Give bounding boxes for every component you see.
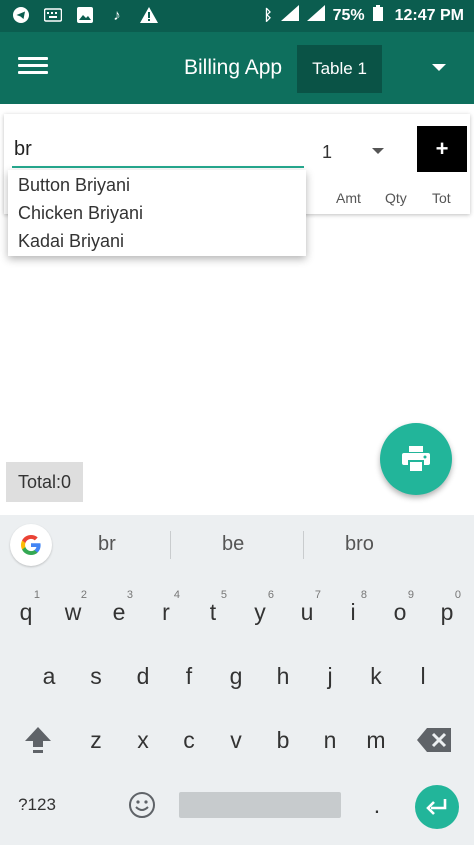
battery-level: 75% bbox=[332, 6, 365, 24]
symbols-key[interactable]: ?123 bbox=[12, 780, 62, 830]
signal-icon-2 bbox=[306, 5, 325, 26]
enter-arrow-icon bbox=[426, 799, 447, 815]
suggestion-divider bbox=[170, 531, 171, 559]
word-suggestion[interactable]: br bbox=[98, 533, 116, 556]
period-key[interactable]: . bbox=[355, 780, 399, 830]
bluetooth-icon: ᛒ bbox=[263, 7, 273, 24]
key-n[interactable]: n bbox=[308, 715, 352, 765]
hamburger-menu-icon[interactable] bbox=[18, 54, 48, 80]
word-suggestion[interactable]: be bbox=[222, 533, 244, 556]
item-input-underline bbox=[12, 166, 304, 168]
warning-icon bbox=[140, 6, 158, 24]
key-g[interactable]: g bbox=[214, 651, 258, 701]
key-j[interactable]: j bbox=[308, 651, 352, 701]
enter-button[interactable] bbox=[415, 785, 459, 829]
signal-icon bbox=[280, 5, 299, 26]
key-r[interactable]: r4 bbox=[144, 587, 188, 637]
backspace-key[interactable] bbox=[412, 715, 456, 765]
shift-key[interactable] bbox=[16, 715, 60, 765]
telegram-icon bbox=[12, 6, 30, 24]
suggestion-item[interactable]: Chicken Briyani bbox=[8, 198, 306, 226]
battery-icon bbox=[372, 5, 383, 26]
key-i[interactable]: i8 bbox=[331, 587, 375, 637]
column-header-tot: Tot bbox=[432, 190, 451, 206]
app-bar: Billing App Table 1 bbox=[0, 32, 474, 104]
suggestion-item[interactable]: Button Briyani bbox=[8, 170, 306, 198]
table-selector[interactable]: Table 1 bbox=[297, 45, 382, 93]
gallery-icon bbox=[76, 6, 94, 24]
table-dropdown-caret-icon[interactable] bbox=[432, 64, 446, 71]
emoji-icon bbox=[129, 792, 155, 818]
word-suggestion[interactable]: bro bbox=[345, 533, 374, 556]
key-l[interactable]: l bbox=[401, 651, 445, 701]
key-x[interactable]: x bbox=[121, 715, 165, 765]
keyboard-icon bbox=[44, 6, 62, 24]
soft-keyboard: br be bro q1 w2 e3 r4 t5 y6 u7 i8 o9 p0 … bbox=[0, 515, 474, 845]
item-suggestions-dropdown: Button Briyani Chicken Briyani Kadai Bri… bbox=[8, 170, 306, 256]
key-f[interactable]: f bbox=[167, 651, 211, 701]
key-e[interactable]: e3 bbox=[97, 587, 141, 637]
item-search-input[interactable] bbox=[12, 134, 304, 164]
quantity-value[interactable]: 1 bbox=[322, 142, 332, 163]
key-z[interactable]: z bbox=[74, 715, 118, 765]
emoji-key[interactable] bbox=[120, 780, 164, 830]
space-bar[interactable] bbox=[179, 792, 341, 818]
key-q[interactable]: q1 bbox=[4, 587, 48, 637]
column-header-qty: Qty bbox=[385, 190, 407, 206]
quantity-dropdown-caret-icon[interactable] bbox=[372, 148, 384, 154]
add-item-button[interactable]: + bbox=[417, 126, 467, 172]
print-button[interactable] bbox=[380, 423, 452, 495]
key-w[interactable]: w2 bbox=[51, 587, 95, 637]
key-k[interactable]: k bbox=[354, 651, 398, 701]
key-u[interactable]: u7 bbox=[285, 587, 329, 637]
music-icon: ♪ bbox=[113, 6, 121, 24]
key-d[interactable]: d bbox=[121, 651, 165, 701]
key-a[interactable]: a bbox=[27, 651, 71, 701]
key-c[interactable]: c bbox=[167, 715, 211, 765]
key-h[interactable]: h bbox=[261, 651, 305, 701]
key-t[interactable]: t5 bbox=[191, 587, 235, 637]
keyboard-suggestion-strip: br be bro bbox=[0, 515, 474, 575]
key-o[interactable]: o9 bbox=[378, 587, 422, 637]
key-y[interactable]: y6 bbox=[238, 587, 282, 637]
printer-icon bbox=[402, 446, 430, 472]
suggestion-divider bbox=[303, 531, 304, 559]
total-display: Total:0 bbox=[6, 462, 83, 502]
backspace-icon bbox=[417, 728, 451, 752]
status-bar: ♪ ᛒ 75% 12:47 PM bbox=[0, 0, 474, 32]
app-title: Billing App bbox=[184, 56, 283, 79]
key-v[interactable]: v bbox=[214, 715, 258, 765]
clock: 12:47 PM bbox=[394, 6, 464, 24]
key-b[interactable]: b bbox=[261, 715, 305, 765]
key-p[interactable]: p0 bbox=[425, 587, 469, 637]
key-s[interactable]: s bbox=[74, 651, 118, 701]
suggestion-item[interactable]: Kadai Briyani bbox=[8, 226, 306, 254]
shift-arrow-icon bbox=[25, 727, 51, 753]
column-header-amt: Amt bbox=[336, 190, 361, 206]
key-m[interactable]: m bbox=[354, 715, 398, 765]
google-g-icon[interactable] bbox=[10, 524, 52, 566]
